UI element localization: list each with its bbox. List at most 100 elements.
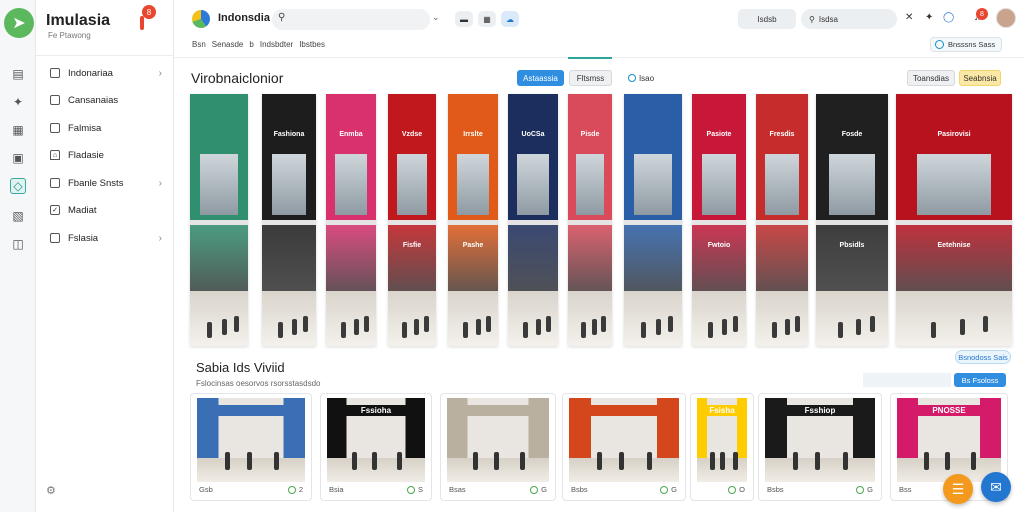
gallery-panel[interactable]: Enmba (326, 94, 376, 346)
puzzle-icon[interactable]: ✦ (10, 94, 26, 110)
store-sign (459, 404, 537, 417)
section-top-button[interactable]: Bsnodoss Sais (955, 350, 1011, 364)
gallery-panel[interactable]: Pasirovisi Eetehnise (896, 94, 1012, 346)
toolbar-search-input[interactable]: ⚲ Isdsa (801, 9, 897, 29)
sidebar-item-label: Fslasia (68, 232, 99, 244)
shopper-figure (795, 316, 800, 332)
section-filter-bar[interactable] (863, 373, 951, 387)
shopper-figure (341, 322, 346, 338)
sidebar-item-5[interactable]: ✓ Madiat (36, 199, 174, 221)
sidebar-item-label: Madiat (68, 204, 97, 216)
toolbar-pill-button[interactable]: Isdsb (738, 9, 796, 29)
gallery-panel[interactable]: Irrslte Pashe (448, 94, 498, 346)
copy-icon[interactable]: ▧ (10, 208, 26, 224)
breadcrumb-item[interactable]: Indsbdter (260, 40, 293, 49)
sidebar-item-3[interactable]: ⌂ Fladasie (36, 144, 174, 166)
store-card[interactable]: Gsb 2 (190, 393, 312, 501)
gallery-panel[interactable]: Fosde Pbsidls (816, 94, 888, 346)
sidebar-item-1[interactable]: Cansanaias (36, 89, 174, 111)
gallery-panel[interactable]: Fresdis (756, 94, 808, 346)
shopper-figure (546, 316, 551, 332)
section-blue-button[interactable]: Bs Fsoloss (954, 373, 1006, 387)
info-icon (627, 74, 636, 82)
settings-gear-icon[interactable]: ⚙ (46, 484, 56, 497)
store-sign: Fosde (841, 130, 863, 138)
sidebar-item-4[interactable]: Fbanle Snsts › (36, 172, 174, 194)
sidebar-item-label: Falmisa (68, 122, 102, 134)
sidebar-item-label: Cansanaias (68, 94, 119, 106)
search-input[interactable]: ⚲ (272, 9, 430, 30)
shopper-figure (274, 452, 279, 471)
store-sign: Fwtoio (707, 241, 731, 249)
gallery-panel[interactable] (624, 94, 682, 346)
image-icon[interactable]: ▣ (10, 150, 26, 166)
action-gray-button[interactable]: Toansdias (907, 70, 955, 86)
card-meta: G (660, 485, 677, 494)
shopper-figure (815, 452, 820, 471)
shopper-figure (354, 319, 359, 335)
cloud-icon[interactable]: ☁ (501, 11, 519, 27)
shopper-figure (971, 452, 976, 471)
sidebar-item-0[interactable]: Indonariaa › (36, 62, 174, 84)
card-label: Bsas (449, 485, 466, 494)
view-list-button[interactable]: ▬ (455, 11, 473, 27)
gallery-panel[interactable]: Pasiote Fwtoio (692, 94, 746, 346)
store-card[interactable]: Fsisha O (690, 393, 754, 501)
app-logo-icon[interactable]: ➤ (4, 8, 34, 38)
filter-icon[interactable]: ☰ (943, 474, 973, 504)
gallery-panel[interactable]: Fashiona (262, 94, 316, 346)
shopper-figure (207, 322, 212, 338)
breadcrumb-item[interactable]: b (249, 40, 253, 49)
store-card[interactable]: Bsbs G (562, 393, 686, 501)
gallery-panel[interactable]: UoCSa (508, 94, 558, 346)
shopper-figure (870, 316, 875, 332)
status-icon (856, 485, 865, 494)
breadcrumb-item[interactable]: Bsn (192, 40, 206, 49)
sidebar-item-6[interactable]: Fslasia › (36, 227, 174, 249)
shopper-figure (352, 452, 357, 471)
pin-icon[interactable]: ✦ (925, 12, 933, 23)
store-sign: Fisfie (402, 241, 422, 249)
chat-icon[interactable]: ✉ (981, 472, 1011, 502)
store-window (765, 154, 799, 215)
store-card[interactable]: Bsas G (440, 393, 556, 501)
store-sign (574, 235, 606, 255)
gallery-panel[interactable]: Vzdse Fisfie (388, 94, 436, 346)
tab-link-label: Isao (638, 73, 655, 83)
action-yellow-button[interactable]: Seabnsia (959, 70, 1001, 86)
view-grid-button[interactable]: ▦ (478, 11, 496, 27)
sidebar-item-2[interactable]: Falmisa (36, 117, 174, 139)
breadcrumb-item[interactable]: Senasde (212, 40, 244, 49)
tab-link-button[interactable]: Isao (621, 70, 661, 86)
avatar[interactable] (996, 8, 1016, 28)
grid-icon[interactable]: ◫ (10, 236, 26, 252)
gallery-panel[interactable]: Pisde (568, 94, 612, 346)
floor (756, 290, 808, 346)
card-meta-value: S (417, 485, 423, 494)
workspace-title[interactable]: Indonsdia (218, 12, 270, 24)
store-window (457, 154, 489, 215)
breadcrumb-item[interactable]: Ibstbes (299, 40, 325, 49)
shopper-figure (372, 452, 377, 471)
sidebar-divider (36, 55, 174, 56)
store-thumbnail (447, 398, 549, 482)
chevron-down-icon[interactable]: ⌄ (432, 12, 440, 23)
shopper-figure (722, 319, 727, 335)
close-icon[interactable]: ✕ (905, 12, 913, 23)
brand-name: Imulasia (46, 12, 111, 29)
gallery-panel[interactable] (190, 94, 248, 346)
sidebar-item-label: Indonariaa (68, 67, 113, 79)
store-sign: Pbsidls (839, 241, 865, 249)
share-icon[interactable]: ◯ (943, 12, 954, 23)
store-sign (209, 404, 293, 417)
tab-secondary-button[interactable]: Fltsmss (569, 70, 612, 86)
tab-primary-button[interactable]: Astaassia (517, 70, 564, 86)
breadcrumb-right-button[interactable]: Bnsssns Sass (930, 37, 1002, 52)
store-card[interactable]: Fsshiop Bsbs G (758, 393, 882, 501)
layers-icon[interactable]: ▤ (10, 66, 26, 82)
tag-icon[interactable]: ◇ (10, 178, 26, 194)
shopper-figure (520, 452, 525, 471)
document-icon[interactable]: ▦ (10, 122, 26, 138)
store-card[interactable]: Fssioha Bsia S (320, 393, 432, 501)
card-meta-value: G (541, 485, 547, 494)
